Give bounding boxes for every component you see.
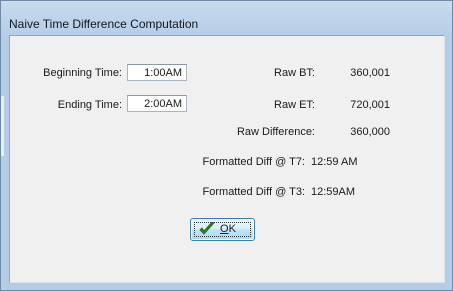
title-bar[interactable]: Naive Time Difference Computation bbox=[1, 1, 452, 35]
formatted-diff-t7-label: Formatted Diff @ T7: bbox=[202, 156, 305, 168]
ending-time-field[interactable] bbox=[127, 95, 187, 112]
raw-et-label: Raw ET: bbox=[274, 99, 315, 111]
formatted-diff-t3-value: 12:59AM bbox=[311, 186, 356, 198]
dialog-window: Naive Time Difference Computation Beginn… bbox=[0, 0, 453, 291]
raw-difference-value: 360,000 bbox=[350, 126, 390, 138]
ok-button-label: OK bbox=[220, 223, 236, 235]
raw-difference-label: Raw Difference: bbox=[236, 126, 315, 138]
raw-bt-label: Raw BT: bbox=[274, 67, 315, 79]
window-border-highlight bbox=[1, 96, 4, 156]
beginning-time-label: Beginning Time: bbox=[43, 67, 122, 79]
ok-mnemonic: O bbox=[220, 223, 229, 235]
checkmark-icon bbox=[199, 222, 215, 235]
window-title: Naive Time Difference Computation bbox=[9, 17, 199, 31]
ok-button[interactable]: OK bbox=[190, 218, 255, 241]
raw-et-value: 720,001 bbox=[350, 99, 390, 111]
ending-time-label: Ending Time: bbox=[57, 99, 122, 111]
dialog-client-area: Beginning Time: Ending Time: Raw BT: 360… bbox=[9, 35, 445, 283]
formatted-diff-t3-label: Formatted Diff @ T3: bbox=[202, 186, 305, 198]
raw-bt-value: 360,001 bbox=[350, 67, 390, 79]
ok-label-rest: K bbox=[228, 223, 236, 235]
formatted-diff-t7-value: 12:59 AM bbox=[311, 156, 358, 168]
beginning-time-field[interactable] bbox=[127, 64, 187, 81]
